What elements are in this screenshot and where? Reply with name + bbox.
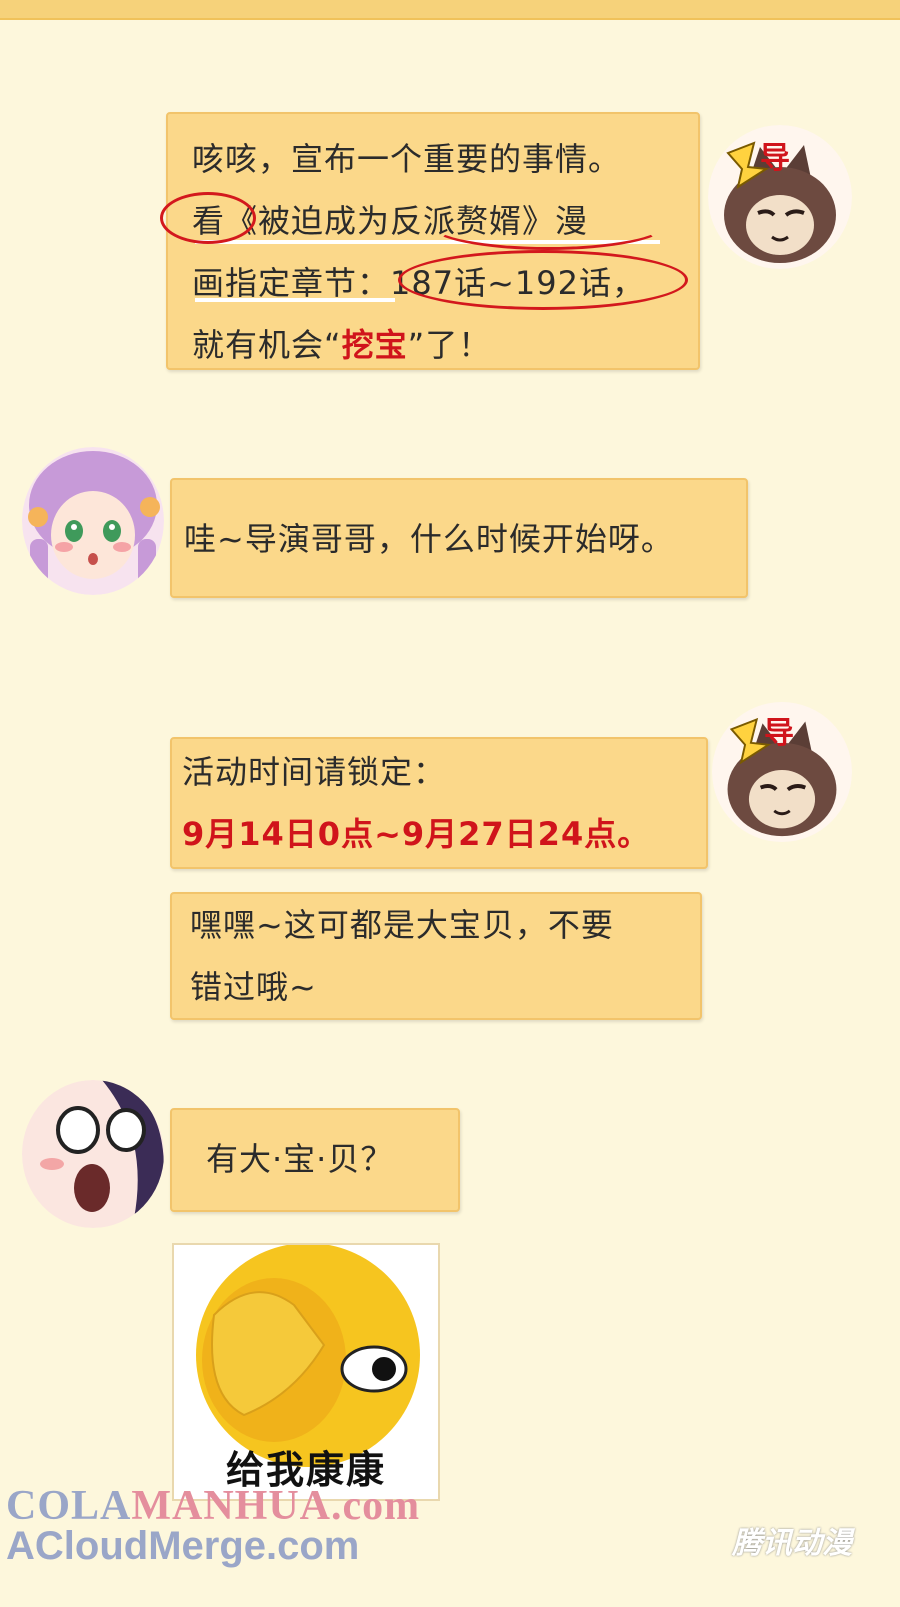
director-badge: 导 (760, 141, 790, 176)
message-text: 有大·宝·贝？ (206, 1140, 394, 1178)
message-text: 嘿嘿~这可都是大宝贝，不要 (190, 906, 614, 944)
sticker-image: 给我康康 (172, 1243, 440, 1501)
message-line: 错过哦~ (190, 956, 700, 1018)
highlight-underline (195, 298, 395, 302)
director-badge: 导 (764, 716, 794, 751)
watermark-tencent: 腾讯动漫 (732, 1526, 852, 1561)
message-text: 错过哦~ (190, 968, 317, 1006)
red-circle-mark (430, 200, 666, 250)
pink-hair-girl-avatar-icon (22, 447, 164, 595)
message-bubble-question: 哇~导演哥哥，什么时候开始呀。 (170, 478, 748, 598)
shocked-face-avatar-icon (22, 1080, 164, 1228)
message-bubble-followup: 嘿嘿~这可都是大宝贝，不要 错过哦~ (170, 892, 702, 1020)
message-text: 哇~导演哥哥，什么时候开始呀。 (184, 520, 674, 558)
message-line: 9月14日0点~9月27日24点。 (182, 803, 706, 865)
message-text: ”了！ (407, 326, 492, 364)
watermark-text: COLA (6, 1483, 132, 1529)
red-circle-mark (160, 192, 256, 244)
watermark-colamanhua: COLAMANHUA.com (6, 1482, 420, 1530)
message-line: 活动时间请锁定： (182, 741, 706, 803)
message-text: 挖宝 (341, 326, 408, 364)
message-line: 嘿嘿~这可都是大宝贝，不要 (190, 894, 700, 956)
director-cat-avatar: 导 (708, 125, 852, 269)
message-line: 就有机会“挖宝”了！ (192, 314, 678, 376)
message-bubble-reaction: 有大·宝·贝？ (170, 1108, 460, 1212)
watermark-text: MANHUA.com (131, 1483, 421, 1529)
message-line: 有大·宝·贝？ (206, 1128, 458, 1190)
watermark-acloudmerge: ACloudMerge.com (6, 1524, 360, 1568)
message-bubble-schedule: 活动时间请锁定： 9月14日0点~9月27日24点。 (170, 737, 708, 869)
message-text: 咳咳，宣布一个重要的事情。 (192, 140, 622, 178)
message-text: 活动时间请锁定： (182, 753, 447, 791)
message-line: 哇~导演哥哥，什么时候开始呀。 (184, 508, 746, 570)
director-cat-avatar: 导 (712, 700, 852, 844)
message-text: 9月14日0点~9月27日24点。 (182, 815, 651, 853)
message-line: 咳咳，宣布一个重要的事情。 (192, 128, 678, 190)
girl-avatar (22, 447, 164, 595)
shocked-avatar (22, 1080, 164, 1228)
top-bar (0, 0, 900, 20)
red-circle-mark (398, 250, 688, 310)
message-text: 就有机会“ (192, 326, 342, 364)
